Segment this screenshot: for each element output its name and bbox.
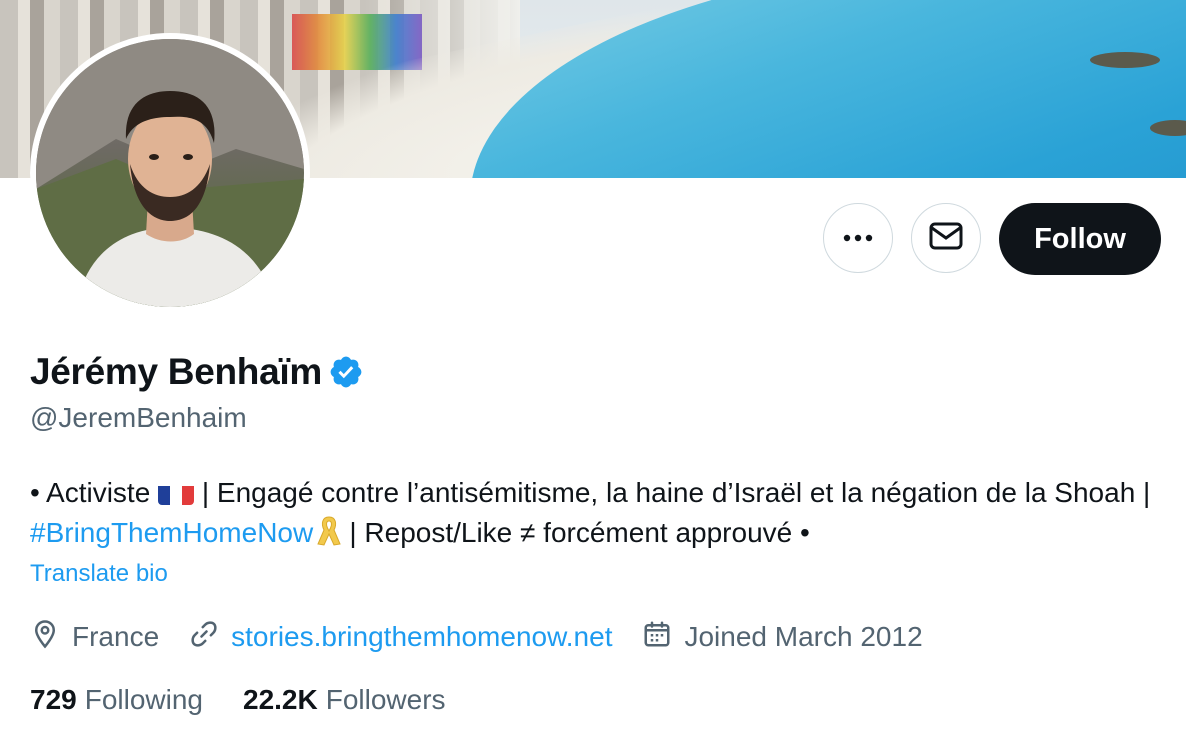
france-flag-icon — [158, 481, 195, 505]
profile-meta: France stories.bringthemhomenow.net Join… — [30, 617, 953, 657]
website-link[interactable]: stories.bringthemhomenow.net — [231, 621, 612, 653]
joined-item: Joined March 2012 — [642, 619, 923, 656]
banner-rock — [1090, 52, 1160, 68]
location-text: France — [72, 621, 160, 652]
verified-badge-icon[interactable] — [328, 354, 364, 390]
calendar-icon — [642, 619, 684, 656]
display-name-row: Jérémy Benhaïm — [30, 348, 364, 396]
yellow-ribbon-icon — [316, 514, 342, 559]
followers-count: 22.2K — [243, 684, 318, 715]
profile-handle: @JeremBenhaim — [30, 402, 247, 433]
link-icon — [189, 619, 231, 656]
profile-avatar[interactable] — [30, 33, 310, 313]
location-item: France — [30, 619, 159, 656]
bio-text: | Engagé contre l’antisémitisme, la hain… — [194, 477, 1151, 508]
more-options-button[interactable] — [823, 203, 893, 273]
following-link[interactable]: 729 Following — [30, 684, 203, 716]
more-dots-icon — [843, 229, 873, 247]
follow-button[interactable]: Follow — [999, 203, 1161, 275]
message-button[interactable] — [911, 203, 981, 273]
display-name: Jérémy Benhaïm — [30, 351, 322, 392]
bio-hashtag-link[interactable]: #BringThemHomeNow — [30, 517, 313, 548]
bio-text: | Repost/Like ≠ forcément approuvé • — [341, 517, 810, 548]
joined-date: Joined March 2012 — [684, 621, 923, 652]
followers-label: Followers — [325, 684, 446, 715]
profile-stats: 729 Following 22.2K Followers — [30, 680, 486, 720]
followers-link[interactable]: 22.2K Followers — [243, 684, 446, 716]
bio-text: • Activiste — [30, 477, 159, 508]
following-count: 729 — [30, 684, 77, 715]
translate-bio-link[interactable]: Translate bio — [30, 560, 168, 588]
profile-bio: • Activiste | Engagé contre l’antisémiti… — [30, 473, 1160, 559]
following-label: Following — [84, 684, 203, 715]
avatar-photo — [36, 39, 304, 307]
location-pin-icon — [30, 619, 72, 656]
envelope-icon — [929, 222, 963, 255]
website-item: stories.bringthemhomenow.net — [189, 619, 612, 656]
